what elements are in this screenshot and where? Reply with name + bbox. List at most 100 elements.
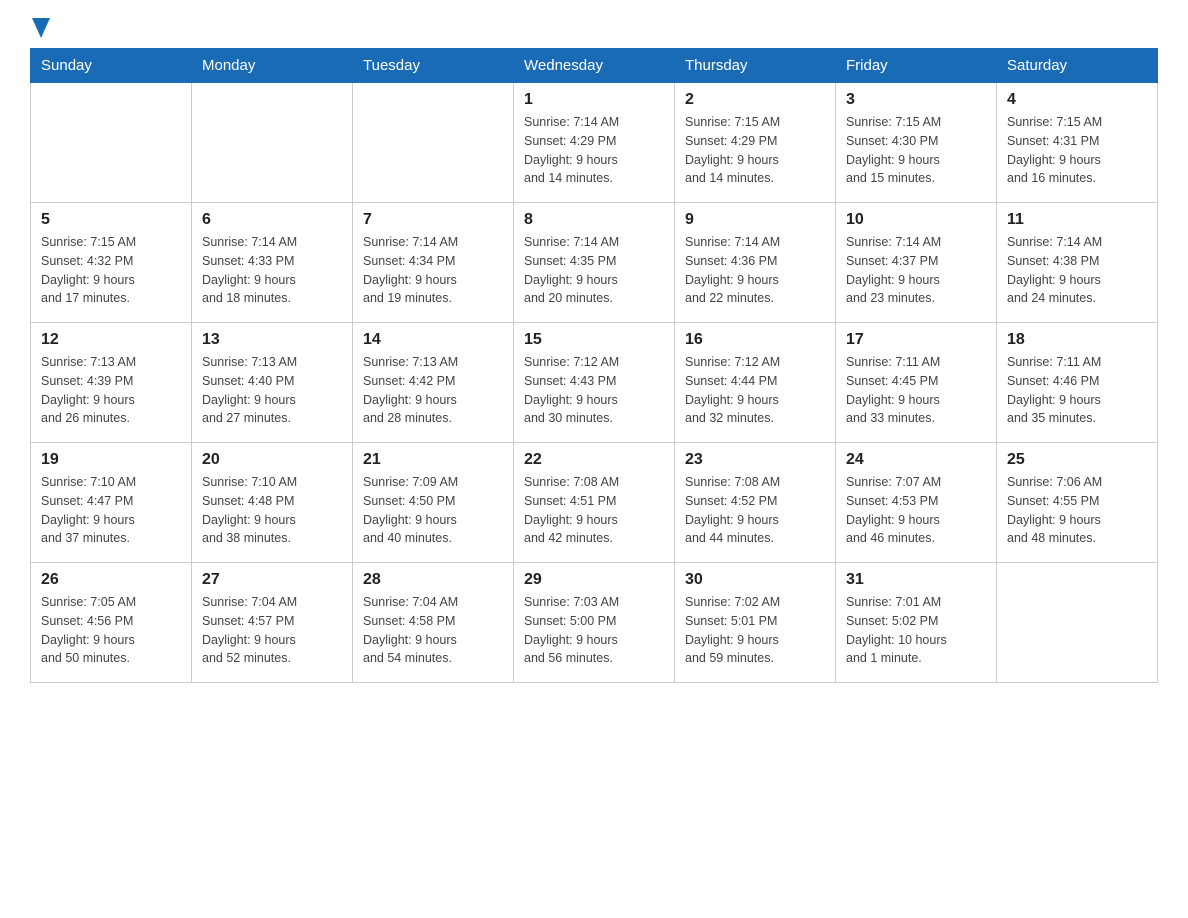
day-number: 4 <box>1007 91 1147 109</box>
day-number: 10 <box>846 211 986 229</box>
day-number: 29 <box>524 571 664 589</box>
day-info: Sunrise: 7:11 AMSunset: 4:45 PMDaylight:… <box>846 353 986 428</box>
day-number: 15 <box>524 331 664 349</box>
calendar-week-row: 5 Sunrise: 7:15 AMSunset: 4:32 PMDaylight… <box>31 203 1158 323</box>
day-info: Sunrise: 7:07 AMSunset: 4:53 PMDaylight:… <box>846 473 986 548</box>
calendar-cell: 13 Sunrise: 7:13 AMSunset: 4:40 PMDayligh… <box>192 323 353 443</box>
day-number: 16 <box>685 331 825 349</box>
weekday-header-friday: Friday <box>836 49 997 83</box>
calendar-cell: 4 Sunrise: 7:15 AMSunset: 4:31 PMDaylight… <box>997 83 1158 203</box>
calendar-cell: 19 Sunrise: 7:10 AMSunset: 4:47 PMDayligh… <box>31 443 192 563</box>
calendar-cell: 31 Sunrise: 7:01 AMSunset: 5:02 PMDayligh… <box>836 563 997 683</box>
calendar-cell: 23 Sunrise: 7:08 AMSunset: 4:52 PMDayligh… <box>675 443 836 563</box>
calendar-cell: 25 Sunrise: 7:06 AMSunset: 4:55 PMDayligh… <box>997 443 1158 563</box>
day-info: Sunrise: 7:09 AMSunset: 4:50 PMDaylight:… <box>363 473 503 548</box>
day-number: 22 <box>524 451 664 469</box>
day-info: Sunrise: 7:02 AMSunset: 5:01 PMDaylight:… <box>685 593 825 668</box>
day-number: 31 <box>846 571 986 589</box>
day-number: 24 <box>846 451 986 469</box>
calendar-cell: 21 Sunrise: 7:09 AMSunset: 4:50 PMDayligh… <box>353 443 514 563</box>
day-info: Sunrise: 7:15 AMSunset: 4:32 PMDaylight:… <box>41 233 181 308</box>
day-info: Sunrise: 7:13 AMSunset: 4:40 PMDaylight:… <box>202 353 342 428</box>
calendar-cell: 26 Sunrise: 7:05 AMSunset: 4:56 PMDayligh… <box>31 563 192 683</box>
day-number: 6 <box>202 211 342 229</box>
calendar-cell: 30 Sunrise: 7:02 AMSunset: 5:01 PMDayligh… <box>675 563 836 683</box>
day-number: 27 <box>202 571 342 589</box>
day-number: 8 <box>524 211 664 229</box>
day-info: Sunrise: 7:03 AMSunset: 5:00 PMDaylight:… <box>524 593 664 668</box>
calendar-cell <box>192 83 353 203</box>
day-info: Sunrise: 7:06 AMSunset: 4:55 PMDaylight:… <box>1007 473 1147 548</box>
calendar-cell: 22 Sunrise: 7:08 AMSunset: 4:51 PMDayligh… <box>514 443 675 563</box>
day-number: 21 <box>363 451 503 469</box>
day-number: 1 <box>524 91 664 109</box>
day-number: 18 <box>1007 331 1147 349</box>
day-info: Sunrise: 7:04 AMSunset: 4:57 PMDaylight:… <box>202 593 342 668</box>
day-number: 3 <box>846 91 986 109</box>
weekday-header-wednesday: Wednesday <box>514 49 675 83</box>
weekday-header-monday: Monday <box>192 49 353 83</box>
day-info: Sunrise: 7:15 AMSunset: 4:31 PMDaylight:… <box>1007 113 1147 188</box>
day-number: 25 <box>1007 451 1147 469</box>
logo-triangle-icon <box>32 18 50 38</box>
calendar-cell <box>353 83 514 203</box>
day-info: Sunrise: 7:08 AMSunset: 4:52 PMDaylight:… <box>685 473 825 548</box>
day-info: Sunrise: 7:12 AMSunset: 4:44 PMDaylight:… <box>685 353 825 428</box>
calendar-table: SundayMondayTuesdayWednesdayThursdayFrid… <box>30 48 1158 683</box>
day-number: 26 <box>41 571 181 589</box>
weekday-header-thursday: Thursday <box>675 49 836 83</box>
calendar-cell: 7Sunrise: 7:14 AMSunset: 4:34 PMDaylight… <box>353 203 514 323</box>
calendar-cell: 3 Sunrise: 7:15 AMSunset: 4:30 PMDaylight… <box>836 83 997 203</box>
day-info: Sunrise: 7:14 AMSunset: 4:33 PMDaylight:… <box>202 233 342 308</box>
calendar-cell: 2Sunrise: 7:15 AMSunset: 4:29 PMDaylight… <box>675 83 836 203</box>
day-info: Sunrise: 7:14 AMSunset: 4:35 PMDaylight:… <box>524 233 664 308</box>
day-number: 30 <box>685 571 825 589</box>
weekday-header-sunday: Sunday <box>31 49 192 83</box>
day-info: Sunrise: 7:15 AMSunset: 4:29 PMDaylight:… <box>685 113 825 188</box>
day-info: Sunrise: 7:08 AMSunset: 4:51 PMDaylight:… <box>524 473 664 548</box>
calendar-cell: 24 Sunrise: 7:07 AMSunset: 4:53 PMDayligh… <box>836 443 997 563</box>
day-info: Sunrise: 7:14 AMSunset: 4:38 PMDaylight:… <box>1007 233 1147 308</box>
day-number: 11 <box>1007 211 1147 229</box>
day-info: Sunrise: 7:15 AMSunset: 4:30 PMDaylight:… <box>846 113 986 188</box>
day-info: Sunrise: 7:14 AMSunset: 4:29 PMDaylight:… <box>524 113 664 188</box>
day-number: 19 <box>41 451 181 469</box>
day-number: 9 <box>685 211 825 229</box>
day-info: Sunrise: 7:11 AMSunset: 4:46 PMDaylight:… <box>1007 353 1147 428</box>
day-number: 17 <box>846 331 986 349</box>
calendar-cell: 16 Sunrise: 7:12 AMSunset: 4:44 PMDayligh… <box>675 323 836 443</box>
calendar-week-row: 1 Sunrise: 7:14 AMSunset: 4:29 PMDaylight… <box>31 83 1158 203</box>
day-number: 12 <box>41 331 181 349</box>
calendar-cell: 11 Sunrise: 7:14 AMSunset: 4:38 PMDayligh… <box>997 203 1158 323</box>
weekday-header-row: SundayMondayTuesdayWednesdayThursdayFrid… <box>31 49 1158 83</box>
day-number: 20 <box>202 451 342 469</box>
calendar-cell: 8 Sunrise: 7:14 AMSunset: 4:35 PMDaylight… <box>514 203 675 323</box>
day-number: 7 <box>363 211 503 229</box>
day-info: Sunrise: 7:01 AMSunset: 5:02 PMDaylight:… <box>846 593 986 668</box>
calendar-cell: 17 Sunrise: 7:11 AMSunset: 4:45 PMDayligh… <box>836 323 997 443</box>
day-info: Sunrise: 7:12 AMSunset: 4:43 PMDaylight:… <box>524 353 664 428</box>
calendar-cell: 10 Sunrise: 7:14 AMSunset: 4:37 PMDayligh… <box>836 203 997 323</box>
day-number: 23 <box>685 451 825 469</box>
day-number: 5 <box>41 211 181 229</box>
weekday-header-saturday: Saturday <box>997 49 1158 83</box>
calendar-week-row: 12Sunrise: 7:13 AMSunset: 4:39 PMDayligh… <box>31 323 1158 443</box>
day-info: Sunrise: 7:13 AMSunset: 4:42 PMDaylight:… <box>363 353 503 428</box>
logo <box>30 20 50 38</box>
calendar-cell: 18 Sunrise: 7:11 AMSunset: 4:46 PMDayligh… <box>997 323 1158 443</box>
calendar-cell: 15 Sunrise: 7:12 AMSunset: 4:43 PMDayligh… <box>514 323 675 443</box>
calendar-cell: 12Sunrise: 7:13 AMSunset: 4:39 PMDayligh… <box>31 323 192 443</box>
day-number: 13 <box>202 331 342 349</box>
day-number: 14 <box>363 331 503 349</box>
calendar-cell: 29 Sunrise: 7:03 AMSunset: 5:00 PMDayligh… <box>514 563 675 683</box>
day-info: Sunrise: 7:05 AMSunset: 4:56 PMDaylight:… <box>41 593 181 668</box>
page-header <box>30 20 1158 38</box>
day-info: Sunrise: 7:14 AMSunset: 4:37 PMDaylight:… <box>846 233 986 308</box>
calendar-cell <box>997 563 1158 683</box>
day-info: Sunrise: 7:10 AMSunset: 4:48 PMDaylight:… <box>202 473 342 548</box>
calendar-cell <box>31 83 192 203</box>
day-info: Sunrise: 7:04 AMSunset: 4:58 PMDaylight:… <box>363 593 503 668</box>
calendar-cell: 1 Sunrise: 7:14 AMSunset: 4:29 PMDaylight… <box>514 83 675 203</box>
day-info: Sunrise: 7:10 AMSunset: 4:47 PMDaylight:… <box>41 473 181 548</box>
calendar-cell: 9Sunrise: 7:14 AMSunset: 4:36 PMDaylight… <box>675 203 836 323</box>
